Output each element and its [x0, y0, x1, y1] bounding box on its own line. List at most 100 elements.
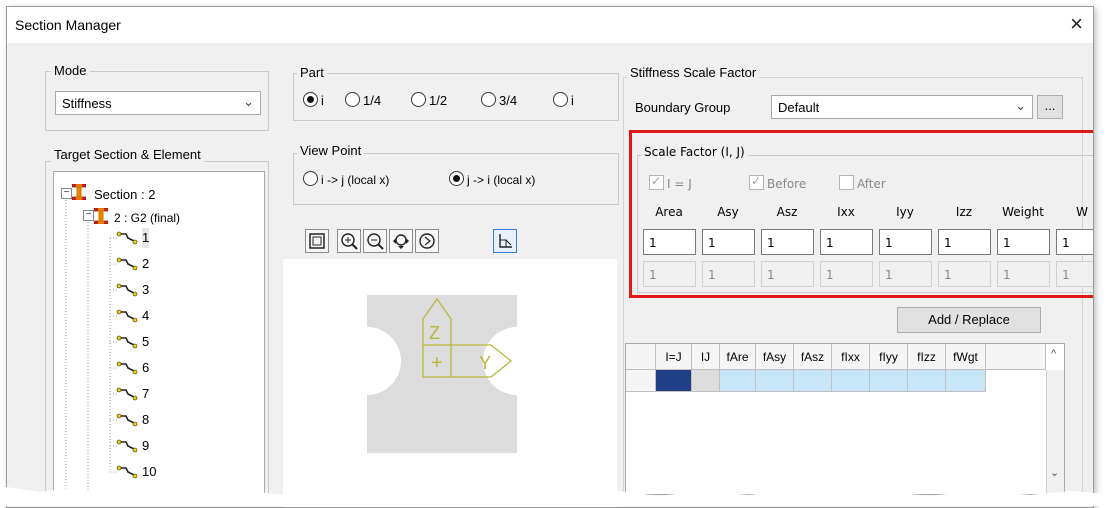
table-column-header: fIyy [870, 344, 908, 370]
target-label: Target Section & Element [51, 147, 204, 162]
zoom-fit-button[interactable] [305, 229, 329, 253]
radio-dot-icon [449, 171, 464, 186]
zoom-in-button[interactable] [337, 229, 361, 253]
scale-factor-column-header: Iyy [896, 205, 914, 219]
group-ibeam-icon [94, 208, 108, 224]
zoom-fit-icon [309, 233, 325, 249]
add-replace-button[interactable]: Add / Replace [897, 307, 1041, 333]
origin-marker: + [431, 352, 443, 374]
checkbox-icon [749, 174, 764, 190]
table-column-header: fAsy [756, 344, 794, 370]
tree-element-node[interactable]: 1 [142, 228, 150, 248]
z-axis-label: Z [429, 323, 440, 343]
part-radio-three-quarter[interactable]: 3/4 [481, 92, 517, 108]
scale-factor-i-input[interactable]: 1 [702, 229, 755, 255]
element-icon [116, 386, 138, 402]
tree-element-node[interactable]: 10 [142, 462, 156, 482]
table-scrollbar[interactable]: ^ ⌄ [1046, 348, 1064, 494]
scale-factor-j-input: 1 [702, 261, 755, 287]
before-checkbox[interactable]: Before [749, 174, 806, 191]
table-column-header: fIxx [832, 344, 870, 370]
table-cell[interactable] [946, 370, 986, 392]
table-cell[interactable] [656, 370, 692, 392]
radio-dot-icon [553, 92, 568, 107]
boundary-group-value: Default [778, 100, 820, 115]
scroll-down-icon[interactable]: ⌄ [1050, 466, 1059, 479]
mode-dropdown[interactable]: Stiffness ⌄ [55, 91, 261, 115]
part-radio-j[interactable]: i [553, 92, 574, 108]
tree-element-node[interactable]: 2 [142, 254, 149, 274]
tree-element-node[interactable]: 8 [142, 410, 149, 430]
table-column-header: IJ [692, 344, 720, 370]
scale-factor-i-input[interactable]: 1 [997, 229, 1050, 255]
table-cell[interactable] [626, 370, 656, 392]
tree-element-node[interactable]: 3 [142, 280, 149, 300]
table-cell[interactable] [908, 370, 946, 392]
tree-element-node[interactable]: 9 [142, 436, 149, 456]
checkbox-icon [649, 174, 664, 190]
chevron-down-icon: ⌄ [1015, 98, 1026, 113]
i-eq-j-checkbox[interactable]: I = J [649, 174, 692, 191]
rotate-icon [419, 233, 435, 249]
scale-factor-i-input[interactable]: 1 [1056, 229, 1093, 255]
scale-factor-table[interactable]: I=J IJ fAre fAsy fAsz fIxx fIyy fIzz fWgt ^ ⌄ [625, 343, 1065, 495]
collapse-icon[interactable]: − [61, 188, 72, 199]
after-checkbox[interactable]: After [839, 175, 886, 191]
tree-element-node[interactable]: 7 [142, 384, 149, 404]
tree-element-node[interactable]: 5 [142, 332, 149, 352]
part-radio-i[interactable]: i [303, 92, 324, 108]
scale-factor-i-input[interactable]: 1 [938, 229, 991, 255]
radio-dot-icon [303, 92, 318, 107]
scale-factor-i-input[interactable]: 1 [820, 229, 873, 255]
table-column-header: I=J [656, 344, 692, 370]
scale-factor-i-input[interactable]: 1 [643, 229, 696, 255]
section-view-button[interactable] [493, 229, 517, 253]
radio-dot-icon [303, 171, 318, 186]
tree-element-node[interactable]: 4 [142, 306, 149, 326]
pan-button[interactable] [389, 229, 413, 253]
chevron-down-icon: ⌄ [243, 94, 254, 109]
target-tree[interactable]: − Section : 2 − 2 : G2 (final) 1 2 3 4 5 6 7 8 9… [53, 171, 265, 503]
element-icon [116, 360, 138, 376]
element-icon [116, 282, 138, 298]
tree-group-node[interactable]: 2 : G2 (final) [114, 208, 180, 228]
element-icon [116, 464, 138, 480]
scale-factor-i-input[interactable]: 1 [879, 229, 932, 255]
table-cell[interactable] [756, 370, 794, 392]
part-radio-half[interactable]: 1/2 [411, 92, 447, 108]
checkbox-icon [839, 175, 854, 190]
scale-factor-j-input: 1 [643, 261, 696, 287]
scale-factor-j-input: 1 [997, 261, 1050, 287]
scale-factor-column-header: Weight [1002, 205, 1044, 219]
viewpoint-radio-ji[interactable]: j -> i (local x) [449, 171, 535, 187]
boundary-group-label: Boundary Group [635, 100, 731, 115]
tree-element-node[interactable]: 6 [142, 358, 149, 378]
collapse-icon[interactable]: − [83, 210, 94, 221]
table-cell[interactable] [832, 370, 870, 392]
rotate-button[interactable] [415, 229, 439, 253]
table-cell[interactable] [692, 370, 720, 392]
boundary-group-dropdown[interactable]: Default ⌄ [771, 95, 1033, 119]
title-bar: Section Manager × [7, 7, 1093, 43]
stiffness-label: Stiffness Scale Factor [627, 65, 760, 80]
browse-button[interactable]: ... [1037, 95, 1063, 119]
zoom-out-button[interactable] [363, 229, 387, 253]
scale-factor-i-input[interactable]: 1 [761, 229, 814, 255]
scale-factor-j-input: 1 [938, 261, 991, 287]
tree-section-node[interactable]: Section : 2 [94, 185, 155, 205]
viewpoint-radio-ij[interactable]: i -> j (local x) [303, 171, 389, 187]
scale-factor-label: Scale Factor (I, J) [641, 145, 748, 159]
element-icon [116, 438, 138, 454]
table-column-header [626, 344, 656, 370]
scroll-up-icon[interactable]: ^ [1051, 348, 1056, 360]
part-radio-quarter[interactable]: 1/4 [345, 92, 381, 108]
table-cell[interactable] [870, 370, 908, 392]
section-ibeam-icon [72, 184, 86, 200]
table-column-header: fWgt [946, 344, 986, 370]
table-cell[interactable] [794, 370, 832, 392]
section-view-icon [499, 234, 512, 248]
close-icon[interactable]: × [1070, 11, 1083, 37]
part-label: Part [297, 65, 327, 80]
section-preview[interactable]: Z Y + [283, 259, 617, 507]
table-cell[interactable] [720, 370, 756, 392]
